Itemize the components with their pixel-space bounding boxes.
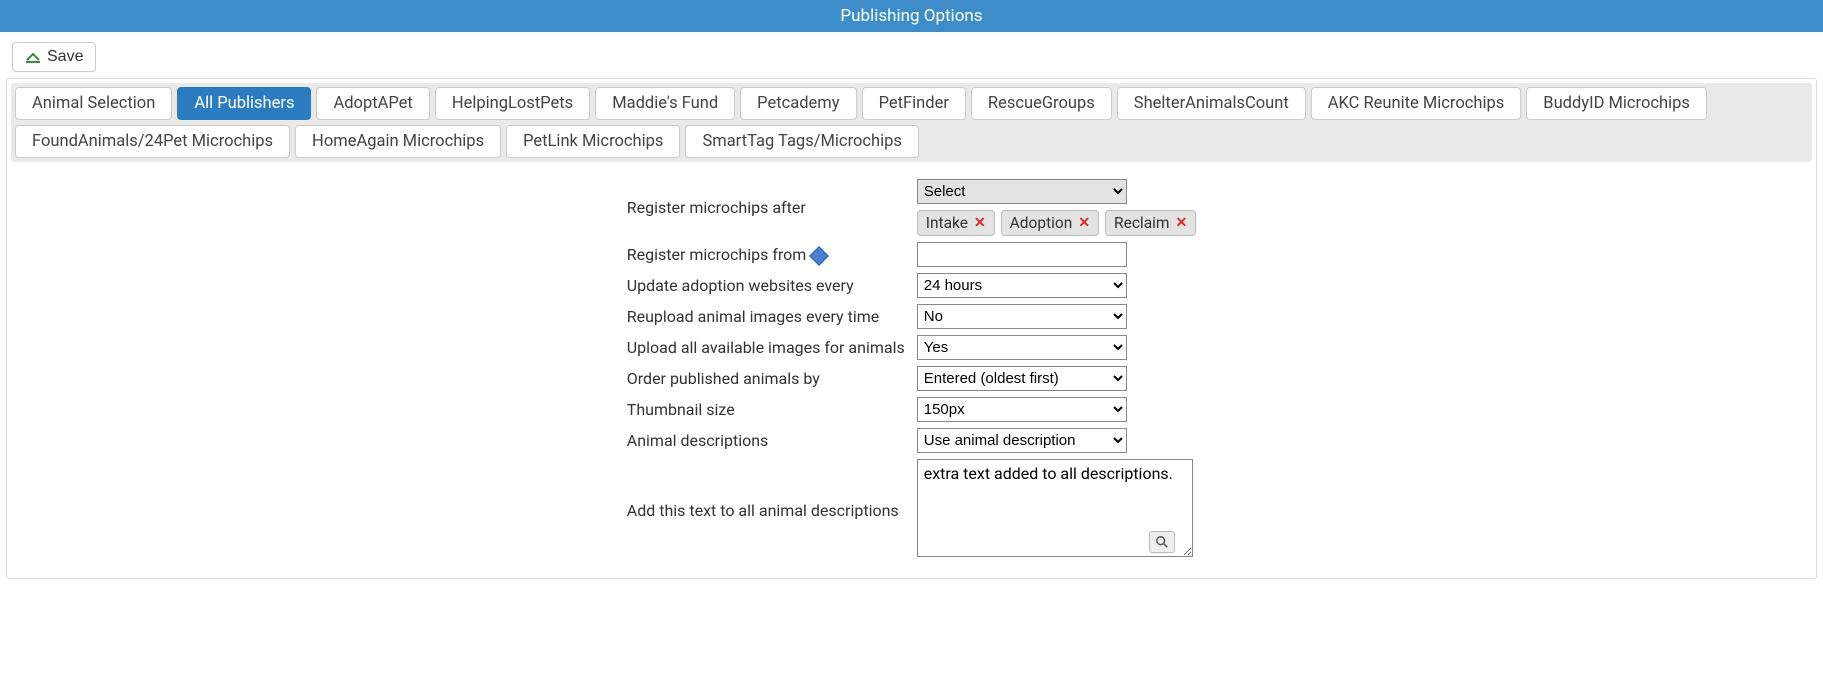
save-button-label: Save	[47, 48, 83, 66]
tab-all-publishers[interactable]: All Publishers	[177, 87, 311, 120]
label-upload-all: Upload all available images for animals	[623, 332, 913, 363]
descriptions-select[interactable]: Use animal description	[917, 428, 1127, 453]
chip-remove-icon[interactable]: ✕	[1176, 215, 1188, 231]
toolbar: Save	[0, 32, 1823, 78]
chip-remove-icon[interactable]: ✕	[974, 215, 986, 231]
label-order-by: Order published animals by	[623, 363, 913, 394]
save-button[interactable]: Save	[12, 42, 96, 72]
page-title: Publishing Options	[840, 6, 982, 26]
settings-table: Register microchips after Select Intake ✕…	[623, 176, 1200, 564]
upload-all-select[interactable]: Yes	[917, 335, 1127, 360]
title-bar: Publishing Options	[0, 0, 1823, 32]
label-descriptions: Animal descriptions	[623, 425, 913, 456]
register-after-select[interactable]: Select	[917, 179, 1127, 204]
label-register-after: Register microchips after	[623, 176, 913, 239]
tab-petfinder[interactable]: PetFinder	[862, 87, 966, 120]
chip-intake: Intake ✕	[917, 210, 995, 236]
tab-maddie-s-fund[interactable]: Maddie's Fund	[595, 87, 735, 120]
chip-label: Adoption	[1010, 214, 1073, 232]
chip-label: Intake	[926, 214, 968, 232]
chip-adoption: Adoption ✕	[1001, 210, 1099, 236]
chip-reclaim: Reclaim ✕	[1105, 210, 1196, 236]
tab-adoptapet[interactable]: AdoptAPet	[316, 87, 429, 120]
register-after-chips: Intake ✕ Adoption ✕ Reclaim ✕	[917, 210, 1197, 236]
form-area: Register microchips after Select Intake ✕…	[11, 162, 1812, 564]
save-icon	[25, 49, 41, 65]
expand-textarea-button[interactable]	[1149, 531, 1175, 553]
order-by-select[interactable]: Entered (oldest first)	[917, 366, 1127, 391]
main-container: Animal SelectionAll PublishersAdoptAPetH…	[6, 78, 1817, 579]
update-every-select[interactable]: 24 hours	[917, 273, 1127, 298]
chip-label: Reclaim	[1114, 214, 1169, 232]
tab-homeagain-microchips[interactable]: HomeAgain Microchips	[295, 125, 501, 158]
tab-rescuegroups[interactable]: RescueGroups	[971, 87, 1112, 120]
label-register-from: Register microchips from	[623, 239, 913, 270]
label-extra-text: Add this text to all animal descriptions	[623, 456, 913, 564]
tab-foundanimals-24pet-microchips[interactable]: FoundAnimals/24Pet Microchips	[15, 125, 290, 158]
label-thumb-size: Thumbnail size	[623, 394, 913, 425]
reupload-select[interactable]: No	[917, 304, 1127, 329]
tab-animal-selection[interactable]: Animal Selection	[15, 87, 172, 120]
magnifier-icon	[1155, 535, 1169, 549]
tab-buddyid-microchips[interactable]: BuddyID Microchips	[1526, 87, 1707, 120]
tab-akc-reunite-microchips[interactable]: AKC Reunite Microchips	[1311, 87, 1522, 120]
chip-remove-icon[interactable]: ✕	[1078, 215, 1090, 231]
tab-smarttag-tags-microchips[interactable]: SmartTag Tags/Microchips	[685, 125, 919, 158]
info-icon[interactable]	[809, 246, 829, 266]
tab-helpinglostpets[interactable]: HelpingLostPets	[435, 87, 590, 120]
label-reupload: Reupload animal images every time	[623, 301, 913, 332]
label-update-every: Update adoption websites every	[623, 270, 913, 301]
tab-bar: Animal SelectionAll PublishersAdoptAPetH…	[11, 83, 1812, 162]
thumb-size-select[interactable]: 150px	[917, 397, 1127, 422]
tab-petcademy[interactable]: Petcademy	[740, 87, 856, 120]
tab-petlink-microchips[interactable]: PetLink Microchips	[506, 125, 680, 158]
tab-shelteranimalscount[interactable]: ShelterAnimalsCount	[1117, 87, 1306, 120]
register-from-input[interactable]	[917, 242, 1127, 267]
